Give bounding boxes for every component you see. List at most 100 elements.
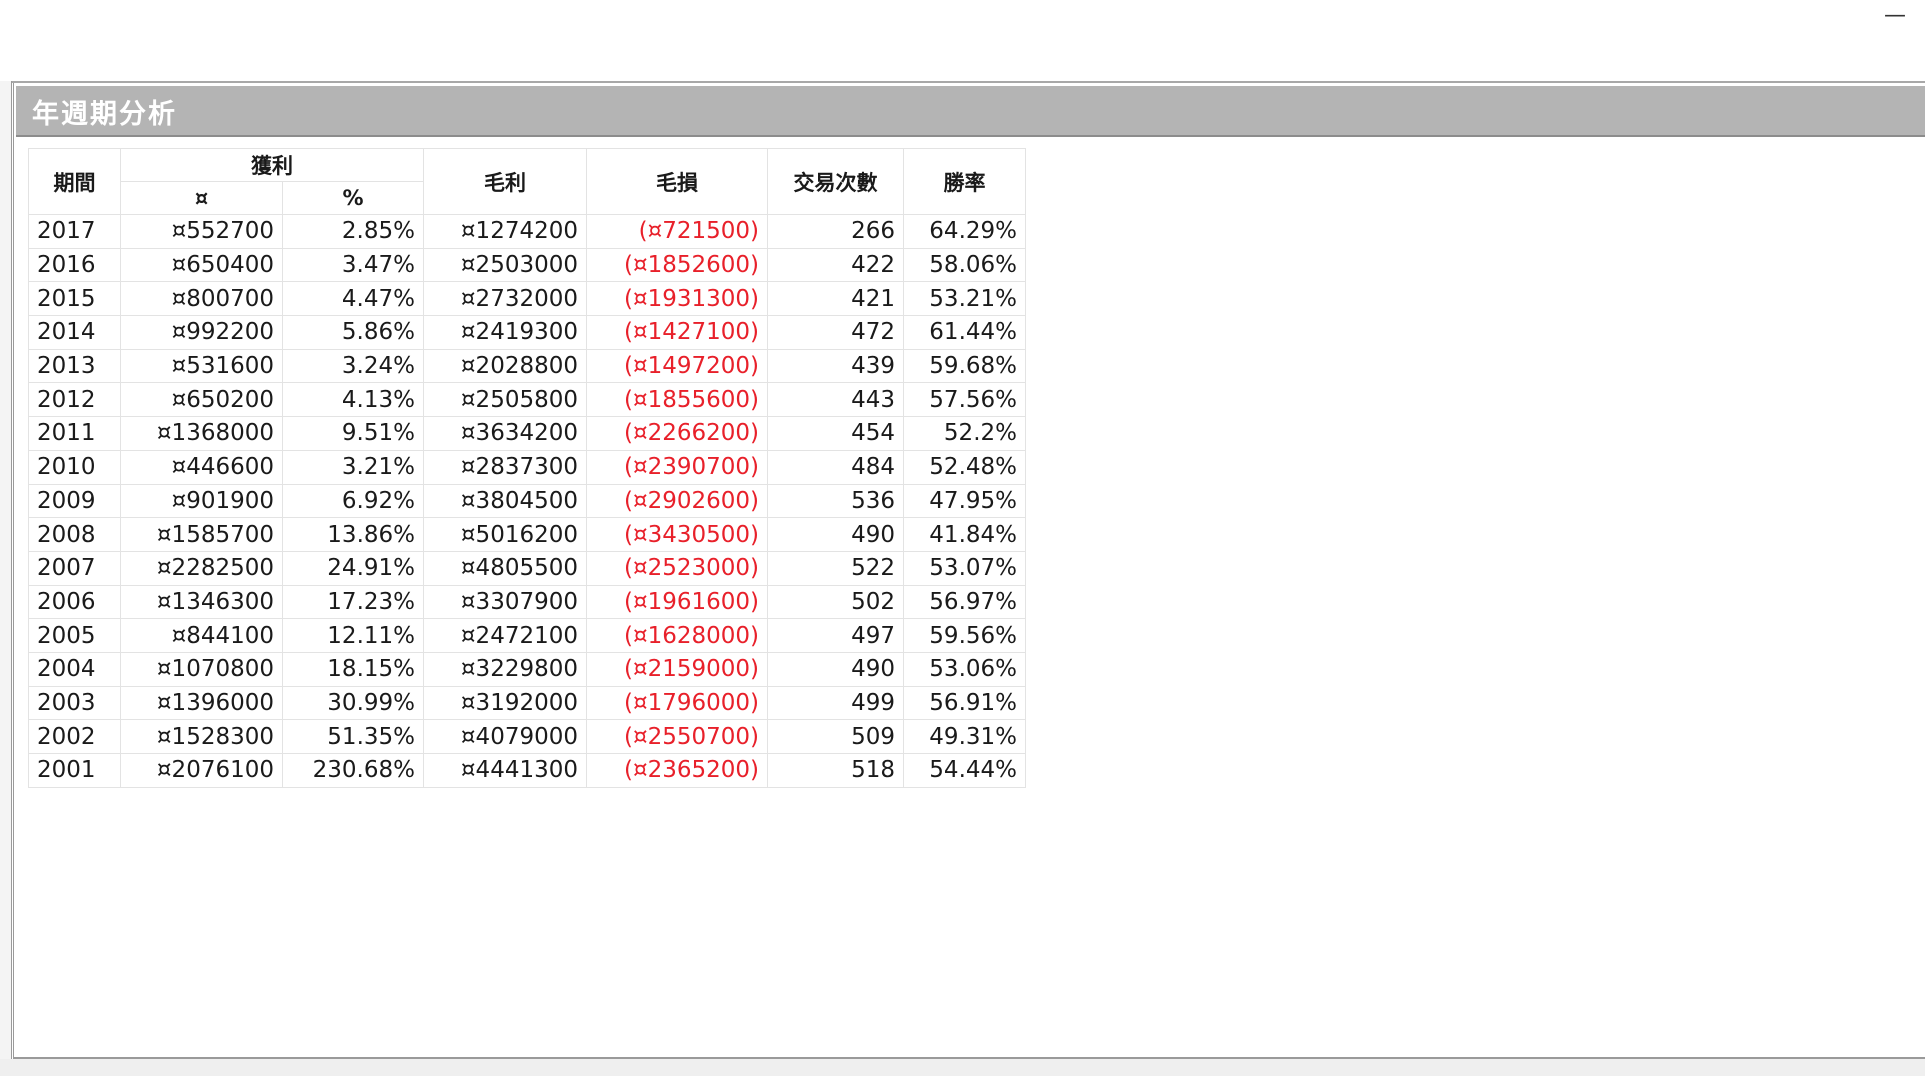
cell-gross-loss: (¤2365200): [586, 753, 768, 788]
table-row[interactable]: 2013 ¤531600 3.24% ¤2028800 (¤1497200) 439 59.…: [28, 348, 1026, 384]
cell-gross-loss: (¤1931300): [586, 281, 768, 317]
cell-profit: ¤1585700: [120, 517, 283, 552]
table-row[interactable]: 2011 ¤1368000 9.51% ¤3634200 (¤2266200) 454 52…: [28, 416, 1026, 451]
cell-gross-loss: (¤2159000): [586, 651, 768, 687]
cell-win-rate: 52.2%: [903, 416, 1026, 451]
header-period[interactable]: 期間: [28, 148, 121, 215]
cell-profit-percent: 4.47%: [282, 281, 424, 317]
panel-splitter[interactable]: [0, 81, 12, 1059]
cell-trades: 536: [767, 483, 904, 519]
status-strip: [0, 1059, 1925, 1076]
cell-gross-loss: (¤1628000): [586, 618, 768, 653]
table-row[interactable]: 2012 ¤650200 4.13% ¤2505800 (¤1855600) 443 57.…: [28, 382, 1026, 418]
cell-gross-loss: (¤1427100): [586, 315, 768, 350]
cell-year: 2007: [28, 550, 121, 586]
table-row[interactable]: 2004 ¤1070800 18.15% ¤3229800 (¤2159000) 490 5…: [28, 651, 1026, 687]
table-row[interactable]: 2003 ¤1396000 30.99% ¤3192000 (¤1796000) 499 5…: [28, 685, 1026, 721]
cell-profit: ¤2076100: [120, 753, 283, 788]
table-row[interactable]: 2001 ¤2076100 230.68% ¤4441300 (¤2365200) 518…: [28, 753, 1026, 788]
cell-gross-loss: (¤2266200): [586, 416, 768, 451]
cell-year: 2012: [28, 382, 121, 418]
table-row[interactable]: 2014 ¤992200 5.86% ¤2419300 (¤1427100) 472 61.…: [28, 315, 1026, 350]
cell-gross-profit: ¤2472100: [423, 618, 587, 653]
cell-gross-loss: (¤1961600): [586, 584, 768, 620]
cell-win-rate: 49.31%: [903, 719, 1026, 754]
cell-year: 2014: [28, 315, 121, 350]
header-win-rate[interactable]: 勝率: [903, 148, 1026, 215]
table-row[interactable]: 2009 ¤901900 6.92% ¤3804500 (¤2902600) 536 47.…: [28, 483, 1026, 519]
header-gross-loss[interactable]: 毛損: [586, 148, 768, 215]
cell-win-rate: 54.44%: [903, 753, 1026, 788]
cell-gross-profit: ¤4079000: [423, 719, 587, 754]
cell-trades: 422: [767, 247, 904, 283]
cell-year: 2005: [28, 618, 121, 653]
cell-year: 2016: [28, 247, 121, 283]
cell-year: 2017: [28, 214, 121, 249]
cell-win-rate: 57.56%: [903, 382, 1026, 418]
cell-year: 2006: [28, 584, 121, 620]
cell-win-rate: 56.97%: [903, 584, 1026, 620]
table-row[interactable]: 2017 ¤552700 2.85% ¤1274200 (¤721500) 266 64.2…: [28, 214, 1026, 249]
cell-gross-loss: (¤1796000): [586, 685, 768, 721]
table-row[interactable]: 2016 ¤650400 3.47% ¤2503000 (¤1852600) 422 58.…: [28, 247, 1026, 283]
cell-trades: 484: [767, 449, 904, 485]
cell-profit-percent: 24.91%: [282, 550, 424, 586]
cell-win-rate: 41.84%: [903, 517, 1026, 552]
cell-profit: ¤1346300: [120, 584, 283, 620]
cell-gross-profit: ¤3307900: [423, 584, 587, 620]
cell-gross-loss: (¤2390700): [586, 449, 768, 485]
table-row[interactable]: 2015 ¤800700 4.47% ¤2732000 (¤1931300) 421 53.…: [28, 281, 1026, 317]
minimize-button[interactable]: —: [1883, 2, 1907, 30]
cell-year: 2010: [28, 449, 121, 485]
cell-gross-profit: ¤2837300: [423, 449, 587, 485]
cell-profit-percent: 2.85%: [282, 214, 424, 249]
cell-win-rate: 61.44%: [903, 315, 1026, 350]
cell-trades: 421: [767, 281, 904, 317]
annual-period-table: 期間 獲利 毛利 毛損 交易次數 勝率 ¤ % 2017 ¤552700 2.85%…: [28, 148, 1026, 788]
cell-gross-profit: ¤2505800: [423, 382, 587, 418]
header-profit-percent[interactable]: %: [282, 181, 424, 215]
cell-profit-percent: 5.86%: [282, 315, 424, 350]
cell-profit: ¤901900: [120, 483, 283, 519]
cell-profit: ¤446600: [120, 449, 283, 485]
cell-trades: 454: [767, 416, 904, 451]
cell-gross-profit: ¤2419300: [423, 315, 587, 350]
cell-gross-profit: ¤3804500: [423, 483, 587, 519]
cell-profit: ¤650200: [120, 382, 283, 418]
app-window: — 年週期分析 期間 獲利 毛利 毛損 交易次數 勝率 ¤ % 2017 ¤552…: [0, 0, 1925, 1076]
cell-gross-loss: (¤1852600): [586, 247, 768, 283]
cell-profit: ¤1528300: [120, 719, 283, 754]
header-trades[interactable]: 交易次數: [767, 148, 904, 215]
table-row[interactable]: 2002 ¤1528300 51.35% ¤4079000 (¤2550700) 509 4…: [28, 719, 1026, 754]
cell-year: 2001: [28, 753, 121, 788]
cell-win-rate: 53.06%: [903, 651, 1026, 687]
table-row[interactable]: 2010 ¤446600 3.21% ¤2837300 (¤2390700) 484 52.…: [28, 449, 1026, 485]
panel-title: 年週期分析: [32, 99, 177, 130]
cell-profit: ¤1368000: [120, 416, 283, 451]
header-gross-profit[interactable]: 毛利: [423, 148, 587, 215]
cell-year: 2013: [28, 348, 121, 384]
cell-trades: 490: [767, 517, 904, 552]
cell-gross-profit: ¤4441300: [423, 753, 587, 788]
cell-profit-percent: 230.68%: [282, 753, 424, 788]
cell-year: 2003: [28, 685, 121, 721]
cell-year: 2011: [28, 416, 121, 451]
cell-trades: 509: [767, 719, 904, 754]
table-row[interactable]: 2006 ¤1346300 17.23% ¤3307900 (¤1961600) 502 5…: [28, 584, 1026, 620]
cell-win-rate: 47.95%: [903, 483, 1026, 519]
cell-trades: 266: [767, 214, 904, 249]
cell-trades: 439: [767, 348, 904, 384]
header-profit-currency[interactable]: ¤: [120, 181, 283, 215]
table-row[interactable]: 2008 ¤1585700 13.86% ¤5016200 (¤3430500) 490 4…: [28, 517, 1026, 552]
cell-profit-percent: 3.21%: [282, 449, 424, 485]
cell-trades: 502: [767, 584, 904, 620]
cell-year: 2008: [28, 517, 121, 552]
table-row[interactable]: 2005 ¤844100 12.11% ¤2472100 (¤1628000) 497 59…: [28, 618, 1026, 653]
cell-win-rate: 53.21%: [903, 281, 1026, 317]
table-body: 2017 ¤552700 2.85% ¤1274200 (¤721500) 266 64.2…: [28, 214, 1026, 788]
cell-trades: 499: [767, 685, 904, 721]
cell-profit-percent: 13.86%: [282, 517, 424, 552]
table-row[interactable]: 2007 ¤2282500 24.91% ¤4805500 (¤2523000) 522 5…: [28, 550, 1026, 586]
cell-trades: 490: [767, 651, 904, 687]
cell-profit-percent: 12.11%: [282, 618, 424, 653]
